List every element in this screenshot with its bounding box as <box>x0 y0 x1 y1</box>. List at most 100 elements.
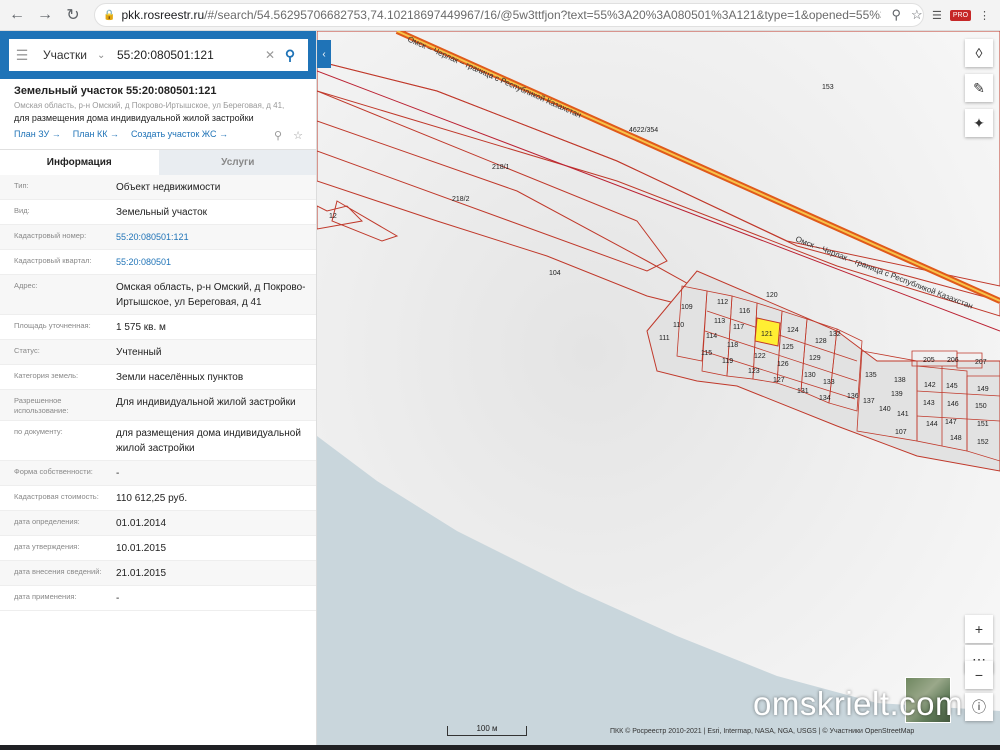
menu-dots-icon[interactable]: ⋮ <box>979 9 990 22</box>
parcel-label: 125 <box>782 344 794 351</box>
search-type-select[interactable]: Участки <box>35 48 97 62</box>
chevron-down-icon[interactable]: ⌄ <box>97 50 117 61</box>
row-label: дата внесения сведений: <box>14 567 102 576</box>
extension-icon[interactable]: ☰ <box>932 9 942 22</box>
parcel-label: 137 <box>863 398 875 405</box>
hamburger-icon[interactable]: ☰ <box>9 47 35 64</box>
parcel-label: 151 <box>977 421 989 428</box>
pro-extension-icon[interactable]: PRO <box>949 9 972 21</box>
row-label: дата утверждения: <box>14 542 80 551</box>
tab-services[interactable]: Услуги <box>158 150 316 175</box>
reload-icon[interactable]: ↻ <box>62 4 84 26</box>
parcel-label: 128 <box>815 338 827 345</box>
parcel-label: 207 <box>975 359 987 366</box>
parcel-label: 153 <box>822 84 834 91</box>
row-value: Земельный участок <box>116 207 208 218</box>
table-row: дата утверждения: 10.01.2015 <box>0 536 316 561</box>
parcel-label: 112 <box>717 299 728 306</box>
row-label: дата применения: <box>14 592 77 601</box>
table-row: Тип: Объект недвижимости <box>0 175 316 200</box>
row-value: 110 612,25 руб. <box>116 493 188 504</box>
row-value: 01.01.2014 <box>116 518 167 529</box>
cadastral-number-link[interactable]: 55:20:080501:121 <box>102 225 316 249</box>
zoom-to-icon[interactable]: ⚲ <box>274 130 282 142</box>
star-icon[interactable]: ☆ <box>911 7 923 23</box>
layers-icon: ◊ <box>975 45 983 61</box>
layers-button[interactable]: ◊ <box>965 39 993 67</box>
table-row: Площадь уточненная: 1 575 кв. м <box>0 315 316 340</box>
parcel-label: 132 <box>829 331 841 338</box>
tab-info[interactable]: Информация <box>0 150 159 175</box>
parcel-label: 147 <box>945 419 957 426</box>
cadastral-quarter-link[interactable]: 55:20:080501 <box>102 250 316 274</box>
search-icon[interactable]: ⚲ <box>278 47 302 64</box>
row-label: Категория земель: <box>14 371 79 380</box>
row-value: - <box>116 468 120 479</box>
browser-toolbar: ← → ↻ 🔒 pkk.rosreestr.ru/#/search/54.562… <box>0 0 1000 31</box>
info-button[interactable]: ⓘ <box>965 693 993 721</box>
row-label: Площадь уточненная: <box>14 321 91 330</box>
attribution: ПКК © Росреестр 2010-2021 | Esri, Interm… <box>610 728 915 735</box>
info-icon: ⓘ <box>972 699 986 715</box>
row-label: по документу: <box>14 427 63 436</box>
parcel-label: 116 <box>739 308 750 315</box>
collapse-panel-button[interactable]: ‹ <box>317 40 331 68</box>
row-label: дата определения: <box>14 517 80 526</box>
measure-button[interactable]: ✎ <box>965 74 993 102</box>
table-row: дата применения: - <box>0 586 316 611</box>
table-row: Статус: Учтенный <box>0 340 316 365</box>
map-canvas[interactable]: 153 4622/354 218/1 218/2 12 104 109 110 … <box>317 31 1000 745</box>
row-label: Форма собственности: <box>14 467 93 476</box>
row-value: Объект недвижимости <box>116 182 221 193</box>
table-row: Адрес: Омская область, р-н Омский, д Покр… <box>0 275 316 315</box>
parcel-label: 117 <box>733 324 744 331</box>
table-row: Форма собственности: - <box>0 461 316 486</box>
address-bar[interactable]: 🔒 pkk.rosreestr.ru/#/search/54.562957066… <box>94 3 924 27</box>
attribute-table: Тип: Объект недвижимости Вид: Земельный уч… <box>0 175 316 611</box>
plan-zu-link[interactable]: План ЗУ → <box>14 129 61 139</box>
crosshair-icon: ✦ <box>973 114 985 131</box>
row-value: 21.01.2015 <box>116 568 167 579</box>
create-parcel-link[interactable]: Создать участок ЖС → <box>131 129 228 139</box>
parcel-label: 118 <box>727 342 738 349</box>
forward-icon[interactable]: → <box>34 4 56 26</box>
parcel-label: 124 <box>787 327 799 334</box>
favorite-star-icon[interactable]: ☆ <box>293 130 303 142</box>
parcel-label: 107 <box>895 429 907 436</box>
row-value: Учтенный <box>116 347 162 358</box>
row-label: Кадастровый номер: <box>14 231 87 240</box>
row-value: Для индивидуальной жилой застройки <box>116 397 296 408</box>
parcel-label: 109 <box>681 304 693 311</box>
row-label: Кадастровая стоимость: <box>14 492 99 501</box>
zoom-out-button[interactable]: − <box>965 661 993 689</box>
parcel-label: 149 <box>977 386 989 393</box>
parcel-label: 114 <box>706 333 717 340</box>
parcel-label: 135 <box>865 372 877 379</box>
parcel-label: 150 <box>975 403 987 410</box>
parcel-label: 111 <box>659 335 670 342</box>
row-label: Разрешенное использование: <box>14 396 69 415</box>
parcel-label: 122 <box>754 353 766 360</box>
row-label: Адрес: <box>14 281 38 290</box>
parcel-label: 218/2 <box>452 196 470 203</box>
parcel-label: 126 <box>777 361 789 368</box>
scale-label: 100 м <box>476 724 498 733</box>
map-view[interactable]: 153 4622/354 218/1 218/2 12 104 109 110 … <box>317 31 1000 745</box>
parcel-label: 152 <box>977 439 989 446</box>
parcel-label: 113 <box>714 318 725 325</box>
table-row: Кадастровая стоимость: 110 612,25 руб. <box>0 486 316 511</box>
back-icon[interactable]: ← <box>6 4 28 26</box>
parcel-label: 127 <box>773 377 785 384</box>
parcel-label: 119 <box>722 358 733 365</box>
search-input[interactable] <box>117 48 262 62</box>
lock-icon: 🔒 <box>103 9 116 21</box>
table-row: по документу: для размещения дома индивид… <box>0 421 316 461</box>
row-label: Кадастровый квартал: <box>14 256 92 265</box>
object-address: Омская область, р-н Омский, д Покрово-Ир… <box>14 101 285 110</box>
zoom-icon[interactable]: ⚲ <box>891 7 901 23</box>
parcel-label: 218/1 <box>492 164 510 171</box>
locate-button[interactable]: ✦ <box>965 109 993 137</box>
plan-kk-link[interactable]: План КК → <box>73 129 119 139</box>
zoom-in-button[interactable]: + <box>965 615 993 643</box>
close-icon[interactable]: ✕ <box>262 48 278 62</box>
